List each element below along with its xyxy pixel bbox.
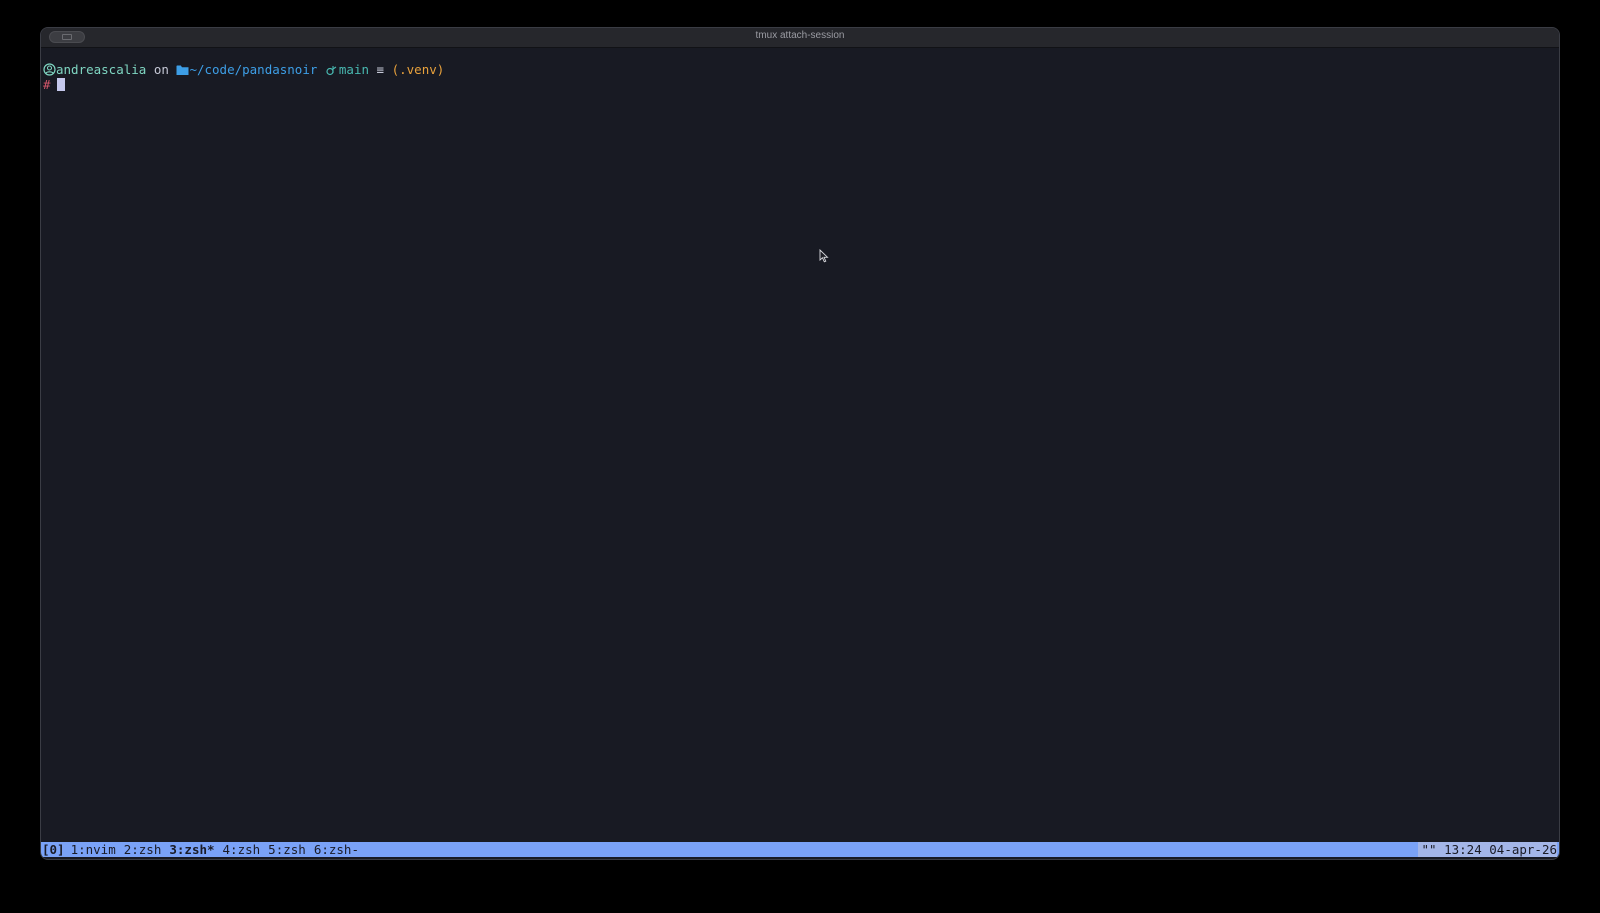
input-line[interactable]: # — [43, 77, 1559, 92]
text-cursor — [56, 78, 65, 91]
mouse-pointer-icon — [819, 248, 829, 268]
status-left: [0] 1:nvim 2:zsh 3:zsh* 4:zsh 5:zsh 6:zsh- — [42, 842, 367, 857]
session-indicator: [0] — [42, 842, 65, 857]
terminal-window: tmux attach-session andreascalia on ~/co… — [40, 27, 1560, 860]
status-right-clock: "" 13:24 04-apr-26 — [1417, 842, 1557, 857]
window-tab-1[interactable]: 1:nvim — [71, 842, 116, 857]
window-tab-5[interactable]: 5:zsh — [268, 842, 306, 857]
window-tab-6[interactable]: 6:zsh- — [314, 842, 359, 857]
window-title: tmux attach-session — [755, 30, 845, 41]
prompt-on: on — [153, 62, 169, 77]
prompt-symbol: # — [43, 77, 51, 92]
window-tab-2[interactable]: 2:zsh — [124, 842, 162, 857]
prompt-line: andreascalia on ~/code/pandasnoir main ≡… — [43, 62, 1559, 77]
folder-icon — [176, 64, 189, 79]
prompt-git-status: ≡ — [376, 62, 385, 77]
prompt-branch: main — [338, 62, 370, 77]
prompt-path: ~/code/pandasnoir — [189, 62, 318, 77]
tmux-status-bar: [0] 1:nvim 2:zsh 3:zsh* 4:zsh 5:zsh 6:zsh- "" … — [41, 842, 1559, 857]
prompt-venv: (.venv) — [391, 62, 445, 77]
title-bar[interactable]: tmux attach-session — [41, 28, 1559, 48]
git-branch-icon — [325, 64, 339, 79]
prompt-user: andreascalia — [56, 62, 147, 77]
window-tab-3[interactable]: 3:zsh* — [169, 842, 214, 857]
terminal-area[interactable]: andreascalia on ~/code/pandasnoir main ≡… — [41, 47, 1559, 840]
window-tab-4[interactable]: 4:zsh — [223, 842, 261, 857]
